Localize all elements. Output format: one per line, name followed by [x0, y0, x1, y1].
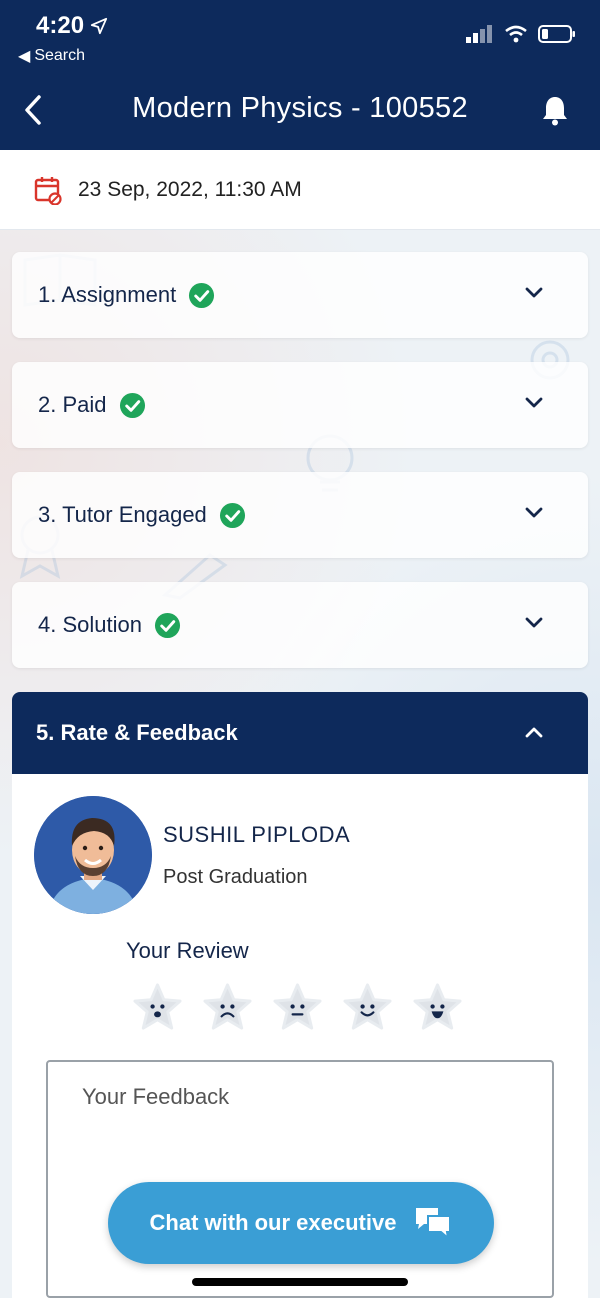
rate-feedback-header[interactable]: 5. Rate & Feedback [12, 692, 588, 774]
star-neutral-icon[interactable] [272, 982, 323, 1033]
back-app-label: Search [34, 47, 86, 64]
star-good-icon[interactable] [342, 982, 393, 1033]
step-label: 4. Solution [38, 612, 142, 637]
calendar-icon [34, 176, 62, 205]
check-circle-icon [154, 612, 181, 638]
tutor-name: SUSHIL PIPLODA [163, 822, 351, 847]
step-label: 3. Tutor Engaged [38, 502, 207, 527]
chat-button-label: Chat with our executive [149, 1210, 397, 1235]
wifi-icon [505, 25, 527, 43]
step-paid[interactable]: 2. Paid [12, 362, 588, 448]
back-to-search[interactable]: ◀ Search [18, 46, 85, 66]
chevron-down-icon [525, 617, 543, 628]
back-triangle-icon: ◀ [18, 48, 31, 65]
tutor-avatar [34, 796, 152, 914]
step-label: 1. Assignment [38, 282, 177, 307]
schedule-datetime: 23 Sep, 2022, 11:30 AM [78, 177, 302, 201]
step-tutor-engaged[interactable]: 3. Tutor Engaged [12, 472, 588, 558]
tutor-portrait-icon [34, 796, 152, 914]
clock: 4:20 [36, 12, 85, 39]
review-label: Your Review [126, 938, 249, 963]
schedule-bar: 23 Sep, 2022, 11:30 AM [0, 150, 600, 230]
chat-with-executive-button[interactable]: Chat with our executive [108, 1182, 494, 1264]
step-solution[interactable]: 4. Solution [12, 582, 588, 668]
star-bad-icon[interactable] [202, 982, 253, 1033]
chevron-down-icon [525, 397, 543, 408]
app-header: 4:20 ◀ Search Modern Physics - 100552 [0, 0, 600, 150]
star-excellent-icon[interactable] [412, 982, 463, 1033]
check-circle-icon [219, 502, 245, 528]
step-assignment[interactable]: 1. Assignment [12, 252, 588, 338]
battery-icon [538, 25, 575, 43]
check-circle-icon [119, 392, 145, 418]
step-label: 2. Paid [38, 392, 107, 417]
check-circle-icon [189, 282, 215, 308]
tutor-degree: Post Graduation [163, 866, 308, 888]
status-time: 4:20 [36, 12, 108, 40]
home-indicator[interactable] [192, 1278, 408, 1286]
chevron-up-icon [525, 727, 543, 738]
chevron-down-icon [525, 507, 543, 518]
bell-icon [543, 97, 567, 126]
chat-bubbles-icon [416, 1208, 452, 1240]
feedback-placeholder: Your Feedback [82, 1084, 230, 1109]
star-very-bad-icon[interactable] [132, 982, 183, 1033]
status-indicators [466, 24, 576, 44]
page-title: Modern Physics - 100552 [132, 92, 468, 124]
chevron-down-icon [525, 287, 543, 298]
location-arrow-icon [90, 17, 108, 35]
rate-feedback-title: 5. Rate & Feedback [36, 720, 238, 745]
signal-icon [466, 25, 492, 43]
notification-button[interactable] [540, 94, 570, 126]
star-rating [132, 982, 463, 1033]
